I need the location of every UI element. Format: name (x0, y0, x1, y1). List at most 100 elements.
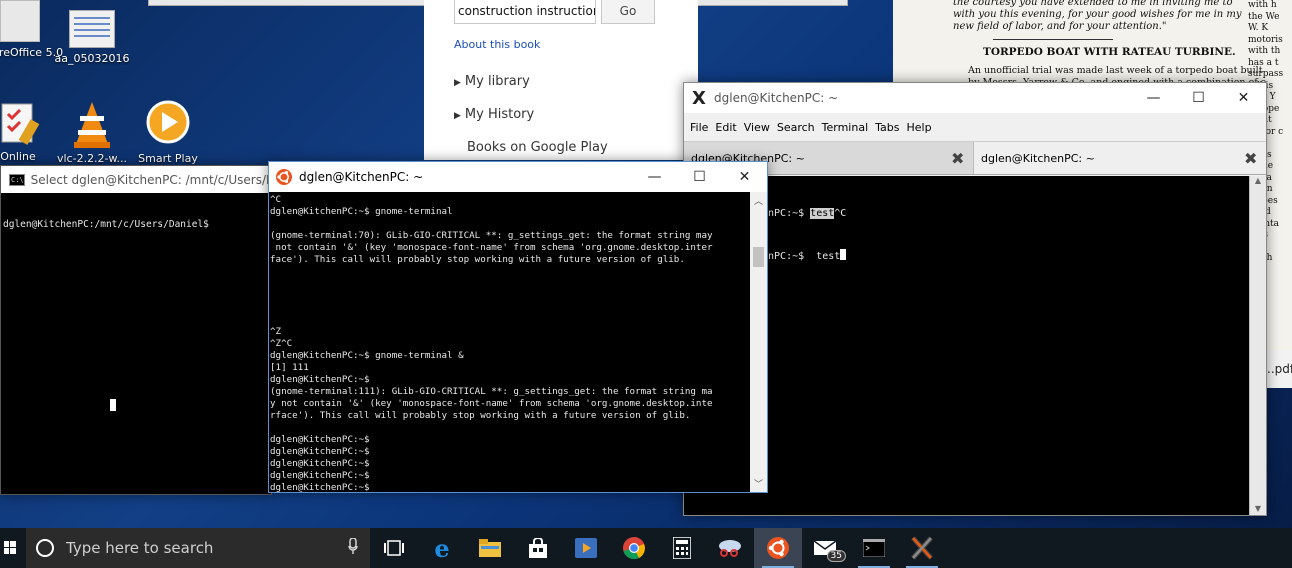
doc-line: with you this evening, for your good wis… (953, 9, 1242, 20)
scroll-up-arrow-icon[interactable]: ︿ (750, 194, 767, 207)
close-button[interactable]: ✕ (722, 162, 767, 192)
xming-taskbar-button[interactable] (898, 528, 946, 568)
file-explorer-button[interactable] (466, 528, 514, 568)
console-line: dglen@KitchenPC:~$ (270, 482, 370, 492)
search-placeholder: Type here to search (66, 539, 214, 557)
edge-browser-button[interactable]: e (418, 528, 466, 568)
doc-line: W. K (1248, 23, 1269, 33)
my-library-item[interactable]: ▶ My library (454, 74, 530, 89)
book-search-input[interactable]: construction instruction (454, 0, 596, 24)
console-line: dglen@KitchenPC:~$ (270, 470, 370, 481)
minimize-button[interactable]: — (632, 162, 677, 192)
pdf-item[interactable]: ..pdf (1267, 350, 1292, 388)
cmd-title: Select dglen@KitchenPC: /mnt/c/Users/Dan… (30, 172, 271, 187)
store-button[interactable] (514, 528, 562, 568)
my-history-item[interactable]: ▶ My History (454, 107, 534, 122)
tab-2[interactable]: dglen@KitchenPC: ~ ✖ (974, 142, 1266, 174)
cmd-titlebar[interactable]: C:\ Select dglen@KitchenPC: /mnt/c/Users… (1, 166, 271, 193)
task-view-button[interactable] (370, 528, 418, 568)
menu-view[interactable]: View (744, 121, 770, 134)
scroll-down-arrow-icon[interactable]: ▼ (1250, 504, 1266, 513)
cmd-taskbar-button[interactable] (850, 528, 898, 568)
console-line: (gnome-terminal:111): GLib-GIO-CRITICAL … (270, 386, 713, 397)
console-line: dglen@KitchenPC:~$ (270, 458, 370, 469)
desktop-icon-vlc[interactable]: vlc-2.2.2-w... (52, 100, 132, 165)
mail-button[interactable]: 35 (802, 528, 850, 568)
libreoffice-icon (0, 0, 40, 42)
desktop-icon-label: aa_05032016 (54, 52, 130, 65)
cortana-circle-icon (36, 539, 54, 557)
maximize-button[interactable]: ☐ (677, 162, 722, 192)
microphone-icon[interactable] (348, 537, 358, 558)
tab-close-icon[interactable]: ✖ (1244, 149, 1266, 168)
x-app-icon: X (692, 87, 706, 109)
selected-text: test (810, 208, 835, 219)
desktop-icon-document[interactable]: aa_05032016 (52, 10, 132, 65)
chrome-button[interactable] (610, 528, 658, 568)
tab-label: dglen@KitchenPC: ~ (981, 151, 1095, 165)
console-line: (gnome-terminal:70): GLib-GIO-CRITICAL *… (270, 230, 713, 241)
xming-x-icon (911, 536, 933, 560)
minimize-button[interactable]: — (1131, 83, 1176, 113)
scissors-icon (719, 540, 741, 557)
taskbar-search-box[interactable]: Type here to search (26, 528, 370, 568)
doc-line: An unofficial trial was made last week o… (968, 65, 1263, 76)
ubuntu-console[interactable]: ^C dglen@KitchenPC:~$ gnome-terminal (gnom… (269, 192, 750, 492)
start-button[interactable] (0, 528, 20, 568)
ubuntu-taskbar-button[interactable] (754, 528, 802, 568)
console-line: ^Z^C (270, 338, 293, 349)
console-line: [1] 111 (270, 362, 309, 373)
desktop-icon-libreoffice[interactable]: reOffice 5.0 (0, 0, 63, 59)
cmd-console[interactable]: dglen@KitchenPC:/mnt/c/Users/Daniel$ (1, 193, 271, 494)
windows-icon (4, 541, 16, 554)
snipping-tool-button[interactable] (706, 528, 754, 568)
tab-close-icon[interactable]: ✖ (951, 149, 973, 168)
calculator-button[interactable] (658, 528, 706, 568)
menu-edit[interactable]: Edit (715, 121, 736, 134)
media-player-button[interactable] (562, 528, 610, 568)
console-line: face'). This call will probably stop wor… (270, 254, 685, 265)
desktop-icon-label: Smart Play (138, 152, 198, 165)
task-view-icon (384, 540, 404, 556)
desktop-icon-smart-play[interactable]: Smart Play (128, 100, 208, 165)
scroll-thumb[interactable] (753, 247, 764, 267)
console-line: dglen@KitchenPC:~$ (270, 434, 370, 445)
scroll-up-arrow-icon[interactable]: ▲ (1250, 176, 1266, 185)
menu-terminal[interactable]: Terminal (822, 121, 869, 134)
command-prompt-icon (863, 539, 885, 557)
gnome-scrollbar[interactable]: ▲ ▼ (1249, 176, 1266, 515)
menu-label: My library (464, 74, 530, 89)
menu-tabs[interactable]: Tabs (875, 121, 899, 134)
gnome-terminal-titlebar[interactable]: X dglen@KitchenPC: ~ — ☐ ✕ (684, 83, 1266, 113)
folder-icon (479, 539, 501, 557)
scroll-down-arrow-icon[interactable]: ﹀ (750, 477, 767, 490)
menu-file[interactable]: File (690, 121, 708, 134)
close-button[interactable]: ✕ (1221, 83, 1266, 113)
cmd-window: C:\ Select dglen@KitchenPC: /mnt/c/Users… (0, 165, 272, 495)
cursor-block (840, 249, 847, 260)
checklist-icon (0, 100, 40, 146)
doc-line: the We (1248, 11, 1280, 22)
maximize-button[interactable]: ☐ (1176, 83, 1221, 113)
book-search-go-button[interactable]: Go (601, 0, 655, 24)
ubuntu-scrollbar[interactable]: ︿ ﹀ (750, 192, 767, 492)
console-line: dglen@KitchenPC:/mnt/c/Users/Daniel$ (3, 219, 209, 230)
gnome-menubar: File Edit View Search Terminal Tabs Help (684, 113, 1266, 141)
gnome-terminal-window: X dglen@KitchenPC: ~ — ☐ ✕ File Edit Vie… (683, 82, 1267, 516)
chrome-icon (623, 537, 645, 560)
books-on-google-play-link[interactable]: Books on Google Play (467, 140, 608, 155)
console-line: dglen@KitchenPC:~$ gnome-terminal (270, 206, 453, 217)
about-this-book-link[interactable]: About this book (454, 38, 540, 51)
console-line: ^C (270, 194, 282, 205)
ubuntu-titlebar[interactable]: dglen@KitchenPC: ~ — ☐ ✕ (269, 162, 767, 192)
menu-help[interactable]: Help (907, 121, 932, 134)
desktop-icon-online[interactable]: Online (0, 100, 58, 163)
ubuntu-title: dglen@KitchenPC: ~ (299, 170, 424, 184)
menu-search[interactable]: Search (777, 121, 815, 134)
gnome-terminal-console[interactable]: enPC:~$ test^C enPC:~$ test (684, 176, 1249, 515)
